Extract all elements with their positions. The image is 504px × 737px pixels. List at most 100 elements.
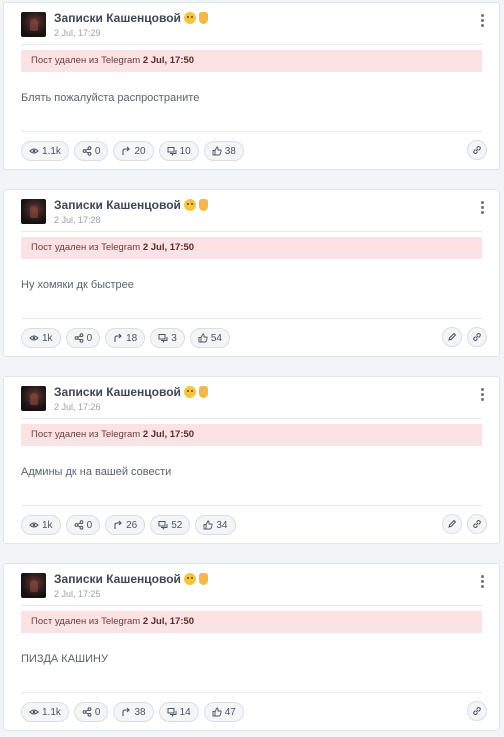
- deleted-banner: Пост удален из Telegram 2 Jul, 17:50: [21, 424, 482, 446]
- post-card: Записки Кашенцовой 2 Jul, 17:29 Пост уда…: [3, 2, 500, 170]
- reactions-chip[interactable]: 47: [203, 702, 244, 722]
- eye-icon: [29, 333, 39, 343]
- thumbs-up-icon: [203, 520, 213, 530]
- divider: [21, 231, 482, 232]
- channel-avatar[interactable]: [21, 12, 46, 37]
- hand-emoji-icon: [198, 573, 208, 585]
- more-vertical-icon[interactable]: [477, 575, 487, 591]
- comments-icon: [167, 146, 177, 156]
- post-stats: 1k 0 26 52 34: [21, 515, 236, 537]
- forward-arrow-icon: [113, 520, 123, 530]
- comments-chip[interactable]: 14: [158, 702, 199, 722]
- more-vertical-icon[interactable]: [477, 388, 487, 404]
- post-text: Админы дк на вашей совести: [21, 466, 172, 478]
- channel-avatar[interactable]: [21, 199, 46, 224]
- deleted-banner: Пост удален из Telegram 2 Jul, 17:50: [21, 50, 482, 72]
- share-nodes-icon: [74, 520, 84, 530]
- comments-icon: [158, 333, 168, 343]
- forward-arrow-icon: [121, 707, 131, 717]
- post-actions: [442, 327, 487, 347]
- copy-link-button[interactable]: [467, 514, 487, 534]
- reactions-chip[interactable]: 54: [189, 328, 230, 348]
- link-icon: [472, 706, 482, 716]
- forwards-chip[interactable]: 20: [113, 141, 154, 161]
- post-actions: [467, 701, 487, 721]
- share-nodes-icon: [74, 333, 84, 343]
- channel-avatar[interactable]: [21, 573, 46, 598]
- link-icon: [472, 519, 482, 529]
- divider: [21, 440, 482, 441]
- divider: [21, 66, 482, 67]
- hand-emoji-icon: [198, 386, 208, 398]
- post-stats: 1.1k 0 38 14 47: [21, 702, 244, 724]
- forwards-chip[interactable]: 26: [105, 515, 146, 535]
- face-emoji-icon: [183, 12, 196, 24]
- thumbs-up-icon: [198, 333, 208, 343]
- post-actions: [467, 140, 487, 160]
- forwards-chip[interactable]: 18: [105, 328, 146, 348]
- post-text: Блять пожалуйста распространите: [21, 92, 200, 104]
- deleted-banner: Пост удален из Telegram 2 Jul, 17:50: [21, 237, 482, 259]
- face-emoji-icon: [183, 573, 196, 585]
- hand-emoji-icon: [198, 199, 208, 211]
- edit-button[interactable]: [442, 514, 462, 534]
- channel-name[interactable]: Записки Кашенцовой: [54, 11, 208, 25]
- shares-chip[interactable]: 0: [73, 702, 109, 722]
- divider: [21, 318, 482, 319]
- edit-button[interactable]: [442, 327, 462, 347]
- link-icon: [472, 332, 482, 342]
- views-chip[interactable]: 1k: [21, 328, 61, 348]
- eye-icon: [29, 520, 39, 530]
- comments-chip[interactable]: 52: [150, 515, 191, 535]
- more-vertical-icon[interactable]: [477, 201, 487, 217]
- divider: [21, 131, 482, 132]
- more-vertical-icon[interactable]: [477, 14, 487, 30]
- face-emoji-icon: [183, 199, 196, 211]
- post-stats: 1.1k 0 20 10 38: [21, 141, 244, 163]
- views-chip[interactable]: 1.1k: [21, 702, 69, 722]
- divider: [21, 692, 482, 693]
- shares-chip[interactable]: 0: [65, 515, 101, 535]
- post-stats: 1k 0 18 3 54: [21, 328, 230, 350]
- forwards-chip[interactable]: 38: [113, 702, 154, 722]
- forward-arrow-icon: [113, 333, 123, 343]
- copy-link-button[interactable]: [467, 701, 487, 721]
- comments-icon: [158, 520, 168, 530]
- channel-name[interactable]: Записки Кашенцовой: [54, 198, 208, 212]
- divider: [21, 505, 482, 506]
- channel-name[interactable]: Записки Кашенцовой: [54, 385, 208, 399]
- post-time[interactable]: 2 Jul, 17:25: [54, 589, 101, 599]
- channel-name[interactable]: Записки Кашенцовой: [54, 572, 208, 586]
- forward-arrow-icon: [121, 146, 131, 156]
- thumbs-up-icon: [212, 707, 222, 717]
- link-icon: [472, 145, 482, 155]
- share-nodes-icon: [82, 146, 92, 156]
- post-card: Записки Кашенцовой 2 Jul, 17:28 Пост уда…: [3, 189, 500, 357]
- comments-chip[interactable]: 10: [158, 141, 199, 161]
- post-time[interactable]: 2 Jul, 17:29: [54, 28, 101, 38]
- reactions-chip[interactable]: 38: [203, 141, 244, 161]
- thumbs-up-icon: [212, 146, 222, 156]
- divider: [21, 605, 482, 606]
- views-chip[interactable]: 1k: [21, 515, 61, 535]
- eye-icon: [29, 146, 39, 156]
- pencil-icon: [447, 519, 457, 529]
- share-nodes-icon: [82, 707, 92, 717]
- post-time[interactable]: 2 Jul, 17:26: [54, 402, 101, 412]
- face-emoji-icon: [183, 386, 196, 398]
- shares-chip[interactable]: 0: [65, 328, 101, 348]
- copy-link-button[interactable]: [467, 327, 487, 347]
- channel-avatar[interactable]: [21, 386, 46, 411]
- shares-chip[interactable]: 0: [73, 141, 109, 161]
- divider: [21, 253, 482, 254]
- comments-icon: [167, 707, 177, 717]
- views-chip[interactable]: 1.1k: [21, 141, 69, 161]
- deleted-banner: Пост удален из Telegram 2 Jul, 17:50: [21, 611, 482, 633]
- comments-chip[interactable]: 3: [150, 328, 185, 348]
- reactions-chip[interactable]: 34: [195, 515, 236, 535]
- post-actions: [442, 514, 487, 534]
- post-text: Ну хомяки дк быстрее: [21, 279, 134, 291]
- divider: [21, 418, 482, 419]
- copy-link-button[interactable]: [467, 140, 487, 160]
- post-time[interactable]: 2 Jul, 17:28: [54, 215, 101, 225]
